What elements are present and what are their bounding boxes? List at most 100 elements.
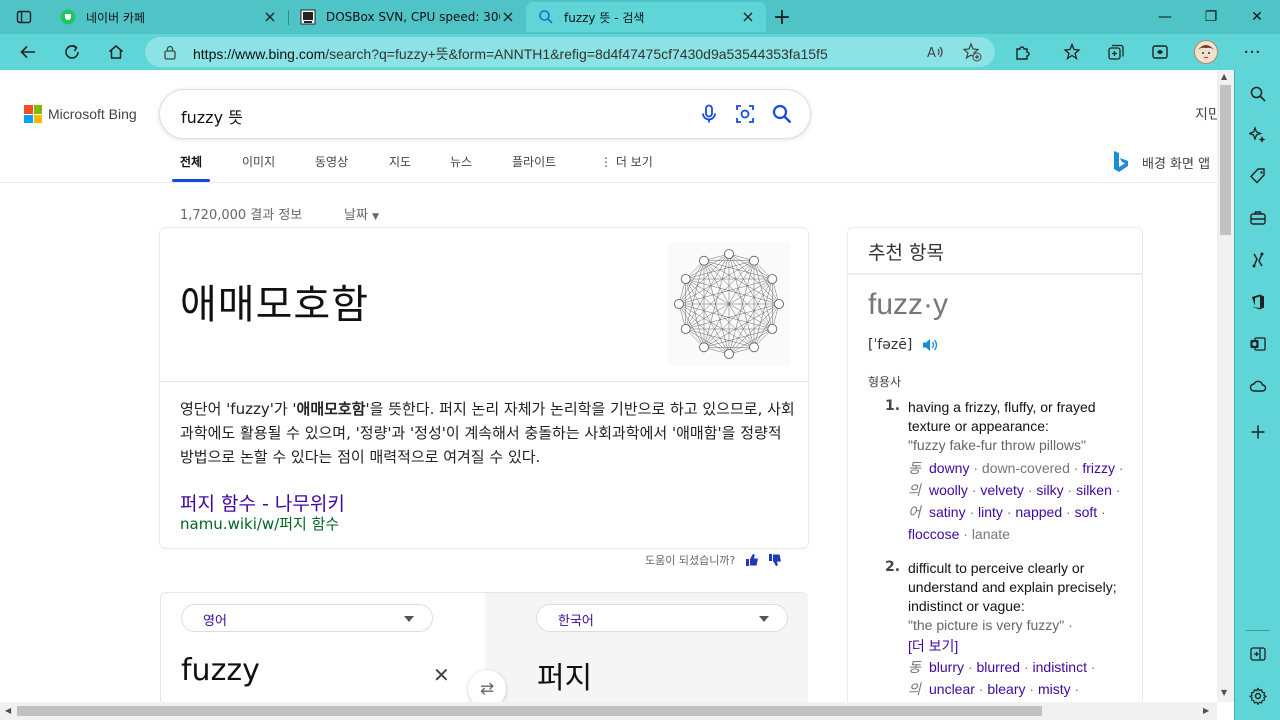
source-text-input[interactable]: fuzzy	[181, 653, 260, 688]
tab-maps[interactable]: 지도	[389, 153, 411, 170]
tab-images[interactable]: 이미지	[242, 153, 275, 170]
url-text: https://www.bing.com/search?q=fuzzy+뜻&fo…	[193, 46, 828, 62]
synonym-word[interactable]: silken	[1076, 482, 1112, 498]
home-icon[interactable]	[102, 38, 130, 66]
scroll-thumb[interactable]	[1220, 85, 1231, 235]
tab-title: DOSBox SVN, CPU speed: 3000 c	[326, 10, 500, 24]
office-icon[interactable]	[1248, 292, 1268, 312]
tab-title: 네이버 카페	[86, 10, 146, 25]
read-aloud-icon[interactable]: A	[926, 43, 944, 61]
source-language-select[interactable]: 영어	[181, 604, 433, 632]
search-input[interactable]: fuzzy 뜻	[181, 104, 243, 128]
synonym-word[interactable]: blurred	[976, 659, 1020, 675]
scroll-left-icon[interactable]: ◀	[5, 706, 11, 715]
date-filter[interactable]: 날짜 ▼	[344, 204, 379, 223]
hide-sidebar-icon[interactable]	[1248, 644, 1268, 664]
synonym-tag: 의	[908, 681, 921, 697]
synonym-word[interactable]: bleary	[987, 681, 1025, 697]
tab-naver-cafe[interactable]: 네이버 카페 ×	[48, 2, 288, 32]
search-icon[interactable]	[771, 103, 793, 125]
tab-videos[interactable]: 동영상	[315, 153, 348, 170]
target-language-select[interactable]: 한국어	[536, 604, 788, 632]
thumbs-up-icon[interactable]	[745, 553, 759, 567]
scroll-up-icon[interactable]: ▲	[1221, 72, 1227, 81]
more-menu-icon[interactable]: ···	[1238, 38, 1266, 66]
synonym-word[interactable]: soft	[1075, 504, 1098, 520]
tab-more[interactable]: ⋮ 더 보기	[600, 153, 653, 170]
synonym-word[interactable]: indistinct	[1033, 659, 1087, 675]
scroll-down-icon[interactable]: ▼	[1221, 688, 1227, 697]
settings-gear-icon[interactable]	[1248, 686, 1268, 706]
synonym-word[interactable]: napped	[1015, 504, 1062, 520]
discover-icon[interactable]	[1248, 125, 1268, 145]
close-tab-icon[interactable]: ×	[262, 9, 278, 25]
add-icon[interactable]	[1248, 422, 1268, 442]
tab-all[interactable]: 전체	[180, 153, 202, 170]
synonym-word[interactable]: blurry	[929, 659, 964, 675]
synonym-word: down-covered	[981, 460, 1070, 476]
shopping-tag-icon[interactable]	[1248, 166, 1268, 186]
speaker-icon[interactable]	[921, 337, 939, 353]
vertical-scrollbar[interactable]: ▲ ▼	[1217, 70, 1234, 702]
wallpaper-app-link[interactable]: 배경 화면 앱	[1112, 150, 1210, 174]
tab-flights[interactable]: 플라이트	[512, 153, 556, 170]
scroll-right-icon[interactable]: ▶	[1203, 706, 1209, 715]
cloud-icon[interactable]	[1248, 376, 1268, 396]
card-divider	[160, 381, 808, 382]
new-tab-button[interactable]: +	[768, 3, 796, 31]
synonym-word[interactable]: velvety	[980, 482, 1024, 498]
signin-name[interactable]: 지민	[1195, 104, 1217, 124]
address-field[interactable]: https://www.bing.com/search?q=fuzzy+뜻&fo…	[145, 37, 995, 67]
synonym-word[interactable]: linty	[978, 504, 1003, 520]
synonym-word[interactable]: silky	[1036, 482, 1063, 498]
refresh-icon[interactable]	[58, 38, 86, 66]
visual-search-icon[interactable]	[734, 103, 756, 125]
tab-title: fuzzy 뜻 - 검색	[564, 10, 645, 25]
add-favorite-icon[interactable]	[962, 42, 982, 62]
outlook-icon[interactable]	[1248, 334, 1268, 354]
chevron-down-icon	[759, 616, 769, 622]
maximize-button[interactable]: ❐	[1188, 0, 1234, 34]
close-window-button[interactable]: ✕	[1234, 0, 1280, 34]
favorites-icon[interactable]	[1058, 38, 1086, 66]
synonym-word[interactable]: downy	[929, 460, 969, 476]
search-box: fuzzy 뜻	[160, 90, 810, 138]
avatar[interactable]	[1192, 38, 1220, 66]
tab-actions-icon[interactable]	[10, 3, 38, 31]
tools-icon[interactable]	[1248, 208, 1268, 228]
back-icon[interactable]	[14, 38, 42, 66]
tab-news[interactable]: 뉴스	[450, 153, 472, 170]
swap-languages-icon[interactable]: ⇄	[468, 670, 506, 702]
dictionary-title: 추천 항목	[868, 242, 944, 264]
definition-text: having a frizzy, fluffy, or frayed textu…	[908, 399, 1096, 434]
extensions-icon[interactable]	[1009, 38, 1037, 66]
synonym-word[interactable]: unclear	[929, 681, 975, 697]
synonym-word[interactable]: satiny	[929, 504, 966, 520]
bing-logo[interactable]: Microsoft Bing	[24, 105, 137, 123]
horizontal-scrollbar[interactable]: ◀ ▶	[0, 702, 1217, 720]
scroll-thumb[interactable]	[17, 706, 1042, 716]
tab-dosbox[interactable]: DOSBox SVN, CPU speed: 3000 c ×	[288, 2, 526, 32]
lock-icon[interactable]	[163, 44, 177, 60]
browser-essentials-icon[interactable]	[1146, 38, 1174, 66]
translator-widget: 영어 한국어 fuzzy ✕ 퍼지 ⇄	[160, 592, 808, 702]
search-icon[interactable]	[1248, 84, 1268, 104]
close-tab-icon[interactable]: ×	[740, 9, 756, 25]
collections-icon[interactable]	[1102, 38, 1130, 66]
clear-icon[interactable]: ✕	[433, 663, 450, 687]
feedback-label: 도움이 되셨습니까?	[645, 554, 736, 567]
synonym-word[interactable]: floccose	[908, 526, 959, 542]
source-link[interactable]: 퍼지 함수 - 나무위키	[180, 489, 345, 516]
tab-bing-search[interactable]: fuzzy 뜻 - 검색 ×	[526, 2, 766, 32]
source-url[interactable]: namu.wiki/w/퍼지 함수	[180, 513, 339, 534]
synonym-word[interactable]: frizzy	[1082, 460, 1115, 476]
minimize-button[interactable]: —	[1142, 0, 1188, 34]
synonym-word[interactable]: woolly	[929, 482, 968, 498]
microphone-icon[interactable]	[698, 103, 720, 125]
synonym-word[interactable]: misty	[1038, 681, 1071, 697]
games-icon[interactable]	[1248, 250, 1268, 270]
definition-example: "the picture is very fuzzy" ·	[908, 617, 1073, 633]
thumbs-down-icon[interactable]	[768, 553, 782, 567]
see-more-link[interactable]: [더 보기]	[908, 636, 958, 656]
close-tab-icon[interactable]: ×	[500, 9, 516, 25]
